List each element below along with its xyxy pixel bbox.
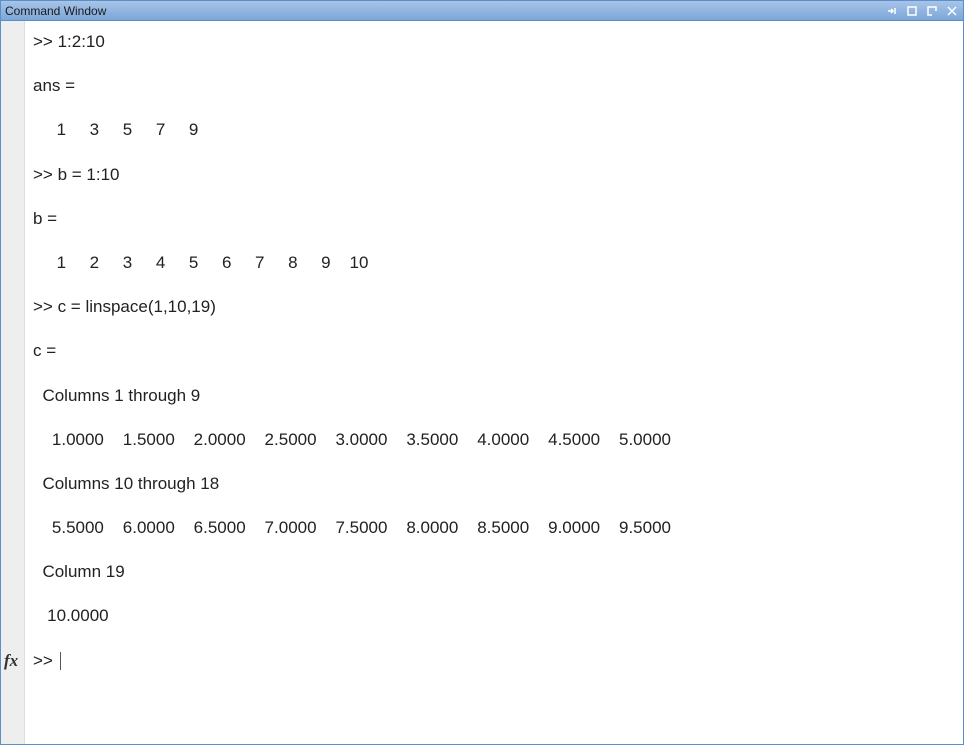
console-line: >> b = 1:10 bbox=[33, 164, 955, 186]
console-line: Columns 1 through 9 bbox=[33, 385, 955, 407]
prompt-line[interactable]: >> bbox=[33, 650, 955, 672]
console-line: Column 19 bbox=[33, 561, 955, 583]
console-output[interactable]: >> 1:2:10 ans = 1 3 5 7 9 >> b = 1:10 b … bbox=[25, 21, 963, 744]
console-line bbox=[33, 230, 955, 252]
console-line: 10.0000 bbox=[33, 605, 955, 627]
maximize-icon[interactable] bbox=[925, 4, 939, 18]
console-line: 1 3 5 7 9 bbox=[33, 119, 955, 141]
console-line bbox=[33, 53, 955, 75]
console-line: 5.5000 6.0000 6.5000 7.0000 7.5000 8.000… bbox=[33, 517, 955, 539]
console-line: 1.0000 1.5000 2.0000 2.5000 3.0000 3.500… bbox=[33, 429, 955, 451]
console-line bbox=[33, 274, 955, 296]
console-line bbox=[33, 141, 955, 163]
prompt-symbol: >> bbox=[33, 650, 58, 672]
console-line: >> c = linspace(1,10,19) bbox=[33, 296, 955, 318]
gutter: fx bbox=[1, 21, 25, 744]
minimize-icon[interactable] bbox=[905, 4, 919, 18]
console-line: c = bbox=[33, 340, 955, 362]
console-line bbox=[33, 362, 955, 384]
console-line bbox=[33, 539, 955, 561]
console-line bbox=[33, 628, 955, 650]
close-icon[interactable] bbox=[945, 4, 959, 18]
content-area: fx >> 1:2:10 ans = 1 3 5 7 9 >> b = 1:10… bbox=[1, 21, 963, 744]
fx-indicator[interactable]: fx bbox=[4, 651, 18, 671]
titlebar: Command Window bbox=[1, 1, 963, 21]
console-line bbox=[33, 97, 955, 119]
console-line bbox=[33, 407, 955, 429]
console-line: >> 1:2:10 bbox=[33, 31, 955, 53]
titlebar-controls bbox=[885, 4, 959, 18]
window-title: Command Window bbox=[5, 4, 885, 18]
dock-icon[interactable] bbox=[885, 4, 899, 18]
console-line bbox=[33, 495, 955, 517]
console-line bbox=[33, 451, 955, 473]
console-line bbox=[33, 186, 955, 208]
command-window: Command Window fx >> 1:2:10 ans = 1 3 5 … bbox=[0, 0, 964, 745]
console-line bbox=[33, 318, 955, 340]
text-cursor bbox=[60, 652, 61, 670]
console-line: b = bbox=[33, 208, 955, 230]
console-line: 1 2 3 4 5 6 7 8 9 10 bbox=[33, 252, 955, 274]
console-line bbox=[33, 583, 955, 605]
console-line: ans = bbox=[33, 75, 955, 97]
console-line: Columns 10 through 18 bbox=[33, 473, 955, 495]
